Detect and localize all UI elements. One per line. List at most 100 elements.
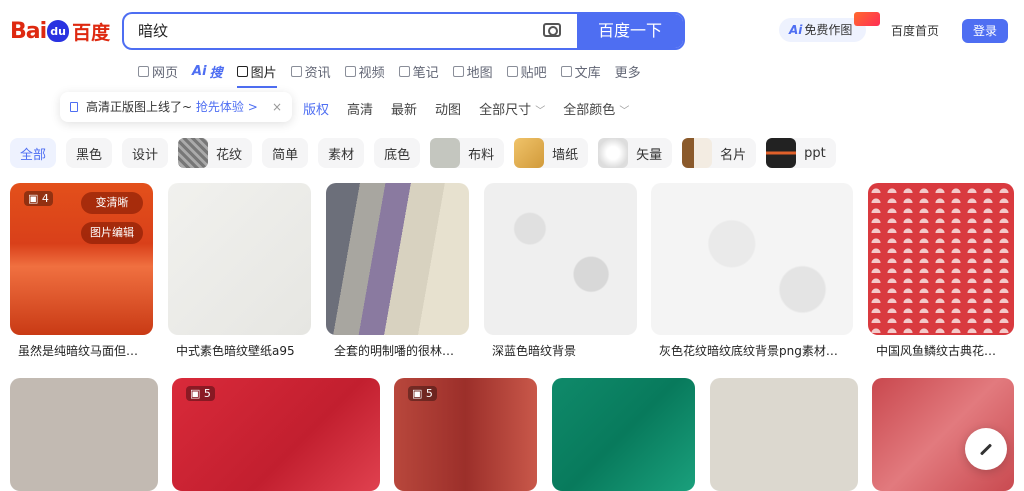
pen-icon <box>979 442 993 456</box>
image-result[interactable] <box>651 183 853 335</box>
image-caption[interactable]: 虽然是纯暗纹马面但… <box>18 342 138 359</box>
tab-web[interactable]: 网页 <box>138 60 178 82</box>
notes-icon <box>398 65 410 77</box>
search-icon <box>138 65 149 77</box>
chip-wallpaper[interactable]: 墙纸 <box>514 138 589 168</box>
ai-draw-button[interactable]: Ai 免费作图 <box>779 18 866 42</box>
image-caption[interactable]: 深蓝色暗纹背景 <box>492 342 576 359</box>
chip-ppt[interactable]: ppt <box>766 138 836 168</box>
image-caption[interactable]: 中式素色暗纹壁纸a95 <box>176 342 295 359</box>
edit-fab-button[interactable] <box>965 428 1007 470</box>
tab-notes[interactable]: 笔记 <box>398 60 439 82</box>
login-button[interactable]: 登录 <box>962 19 1008 43</box>
tab-images[interactable]: 图片 <box>236 60 277 88</box>
tab-label: 视频 <box>358 65 385 81</box>
count-badge: ▣ 4 <box>24 191 53 206</box>
image-result[interactable] <box>326 183 469 335</box>
filter-size-label: 全部尺寸 <box>479 103 532 118</box>
tab-map[interactable]: 地图 <box>452 60 493 82</box>
chip-design[interactable]: 设计 <box>122 138 169 168</box>
search-button[interactable]: 百度一下 <box>577 14 683 48</box>
image-caption[interactable]: 中国风鱼鳞纹古典花… <box>876 342 996 359</box>
tab-label: 图片 <box>250 65 277 81</box>
tab-label: 更多 <box>614 65 641 81</box>
enhance-button[interactable]: 变清晰 <box>81 192 143 214</box>
chip-fabric[interactable]: 布料 <box>430 138 505 168</box>
chip-thumb <box>598 138 629 168</box>
chip-label: 墙纸 <box>552 147 579 163</box>
image-result[interactable] <box>484 183 637 335</box>
filter-bar: 版权 高清 最新 动图 全部尺寸 ﹀ 全部颜色 ﹀ <box>303 99 629 118</box>
chevron-down-icon: ﹀ <box>619 106 630 117</box>
video-icon <box>344 65 356 77</box>
ai-search-icon: Ai <box>192 63 207 79</box>
filter-color[interactable]: 全部颜色 ﹀ <box>563 99 629 118</box>
tab-news[interactable]: 资讯 <box>290 60 331 82</box>
image-caption[interactable]: 灰色花纹暗纹底纹背景png素材… <box>659 342 838 359</box>
chip-label: 布料 <box>468 147 495 163</box>
chip-thumb <box>430 138 461 168</box>
tab-wenku[interactable]: 文库 <box>560 60 601 82</box>
tab-more[interactable]: 更多 <box>615 60 641 82</box>
tab-tieba[interactable]: 贴吧 <box>506 60 547 82</box>
baidu-logo[interactable]: Bai du 百度 <box>10 14 110 48</box>
chip-label: 名片 <box>720 147 747 163</box>
image-result[interactable] <box>552 378 695 491</box>
filter-copyright[interactable]: 版权 <box>303 99 329 118</box>
tieba-icon <box>506 65 518 77</box>
search-box: 暗纹 百度一下 <box>122 12 685 50</box>
chip-thumb <box>178 138 209 168</box>
image-result[interactable] <box>868 183 1014 335</box>
map-icon <box>452 65 464 77</box>
count-badge: ▣ 5 <box>408 386 437 401</box>
tab-label: 文库 <box>574 65 601 81</box>
chip-thumb <box>766 138 797 168</box>
speaker-icon <box>70 102 78 112</box>
search-input[interactable]: 暗纹 <box>124 14 577 48</box>
image-result[interactable] <box>710 378 858 491</box>
edit-image-button[interactable]: 图片编辑 <box>81 222 143 244</box>
filter-hd[interactable]: 高清 <box>347 99 373 118</box>
image-result[interactable] <box>168 183 311 335</box>
chip-label: 花纹 <box>216 147 243 163</box>
tab-ai-search[interactable]: Ai 搜 <box>192 60 223 82</box>
chip-pattern[interactable]: 花纹 <box>178 138 253 168</box>
image-result[interactable]: ▣ 4 变清晰 图片编辑 <box>10 183 153 335</box>
new-badge-icon <box>854 12 880 26</box>
chip-card[interactable]: 名片 <box>682 138 757 168</box>
search-input-value: 暗纹 <box>138 22 169 40</box>
page: Bai du 百度 暗纹 百度一下 Ai 免费作图 百度首页 登录 网页 Ai 搜 … <box>0 0 1024 491</box>
paw-icon: du <box>47 20 70 42</box>
chip-background[interactable]: 底色 <box>374 138 421 168</box>
chip-material[interactable]: 素材 <box>318 138 365 168</box>
count-badge: ▣ 5 <box>186 386 215 401</box>
notice-cta-link[interactable]: 抢先体验 > <box>196 100 258 114</box>
chip-black[interactable]: 黑色 <box>66 138 113 168</box>
chip-label: ppt <box>804 145 826 161</box>
notice-text: 高清正版图上线了~ <box>86 100 193 114</box>
camera-icon[interactable] <box>543 23 561 37</box>
home-link[interactable]: 百度首页 <box>891 22 939 39</box>
tab-video[interactable]: 视频 <box>344 60 385 82</box>
chip-label: 矢量 <box>636 147 663 163</box>
image-result[interactable]: ▣ 5 <box>172 378 380 491</box>
chip-simple[interactable]: 简单 <box>262 138 309 168</box>
filter-latest[interactable]: 最新 <box>391 99 417 118</box>
chip-thumb <box>682 138 713 168</box>
filter-size[interactable]: 全部尺寸 ﹀ <box>479 99 545 118</box>
filter-gif[interactable]: 动图 <box>435 99 461 118</box>
chip-vector[interactable]: 矢量 <box>598 138 673 168</box>
image-icon <box>236 65 248 77</box>
filter-color-label: 全部颜色 <box>563 103 616 118</box>
chip-all[interactable]: 全部 <box>10 138 57 168</box>
image-result[interactable] <box>10 378 158 491</box>
ai-draw-label: 免费作图 <box>804 23 853 37</box>
close-icon[interactable]: × <box>272 92 282 122</box>
tab-label: 笔记 <box>412 65 439 81</box>
image-caption[interactable]: 全套的明制噃的很林… <box>334 342 454 359</box>
logo-cn: 百度 <box>72 21 111 44</box>
tab-label: 地图 <box>466 65 493 81</box>
image-result[interactable]: ▣ 5 <box>394 378 537 491</box>
wenku-icon <box>560 65 572 77</box>
tag-chips: 全部 黑色 设计 花纹 简单 素材 底色 布料 墙纸 矢量 名片 ppt <box>10 138 836 168</box>
